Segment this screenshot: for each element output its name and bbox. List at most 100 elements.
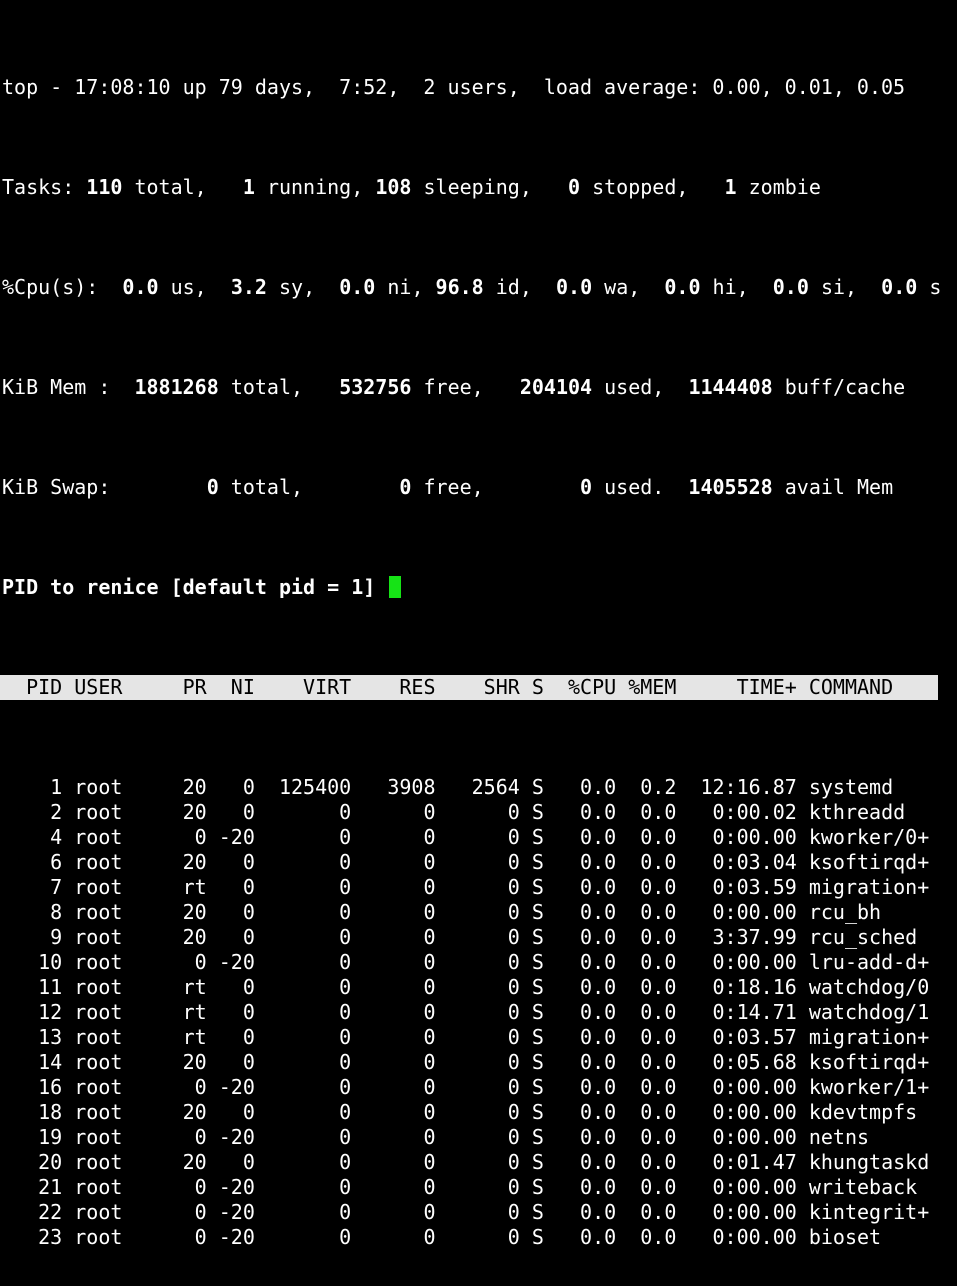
- mem-label: KiB Mem :: [2, 375, 111, 399]
- cell-res: 0: [351, 1225, 436, 1249]
- cell-shr: 0: [435, 1150, 520, 1174]
- table-row[interactable]: 16 root 0 -20 0 0 0 S 0.0 0.0 0:00.00 kw…: [2, 1075, 955, 1100]
- cell-pr: 20: [170, 1150, 207, 1174]
- cpu-sy: 3.2: [230, 275, 267, 299]
- table-row[interactable]: 7 root rt 0 0 0 0 S 0.0 0.0 0:03.59 migr…: [2, 875, 955, 900]
- cell-virt: 0: [254, 950, 352, 974]
- cell-ni: 0: [206, 975, 255, 999]
- table-row[interactable]: 20 root 20 0 0 0 0 S 0.0 0.0 0:01.47 khu…: [2, 1150, 955, 1175]
- cell-res: 0: [351, 1000, 436, 1024]
- table-row[interactable]: 14 root 20 0 0 0 0 S 0.0 0.0 0:05.68 kso…: [2, 1050, 955, 1075]
- column-header-virt[interactable]: VIRT: [255, 675, 351, 699]
- table-row[interactable]: 11 root rt 0 0 0 0 S 0.0 0.0 0:18.16 wat…: [2, 975, 955, 1000]
- cell-pr: 0: [170, 1200, 207, 1224]
- cell-ni: -20: [206, 1200, 255, 1224]
- text-cursor[interactable]: [389, 576, 402, 598]
- cell-state: S: [519, 825, 544, 849]
- cell-mem: 0.2: [616, 775, 677, 799]
- cell-ni: 0: [206, 1025, 255, 1049]
- cell-res: 0: [351, 1025, 436, 1049]
- column-header-state[interactable]: S: [520, 675, 544, 699]
- cell-command: bioset: [796, 1225, 882, 1249]
- table-row[interactable]: 4 root 0 -20 0 0 0 S 0.0 0.0 0:00.00 kwo…: [2, 825, 955, 850]
- column-header-cpu[interactable]: %CPU: [544, 675, 616, 699]
- cell-mem: 0.0: [616, 825, 677, 849]
- cell-pr: 20: [170, 900, 207, 924]
- cpu-hi-label: hi,: [712, 275, 749, 299]
- cell-virt: 0: [254, 1200, 352, 1224]
- swap-line: KiB Swap: 0 total, 0 free, 0 used. 14055…: [2, 475, 955, 500]
- cell-pr: 20: [170, 775, 207, 799]
- column-header-ni[interactable]: NI: [207, 675, 255, 699]
- cell-time: 0:00.00: [676, 1075, 797, 1099]
- column-header-res[interactable]: RES: [351, 675, 435, 699]
- cell-user: root: [62, 800, 171, 824]
- cell-mem: 0.0: [616, 1025, 677, 1049]
- renice-prompt[interactable]: PID to renice [default pid = 1]: [2, 575, 955, 600]
- cell-command: rcu_sched: [796, 925, 918, 949]
- table-row[interactable]: 13 root rt 0 0 0 0 S 0.0 0.0 0:03.57 mig…: [2, 1025, 955, 1050]
- cell-shr: 0: [435, 900, 520, 924]
- tasks-label: Tasks:: [2, 175, 75, 199]
- cell-res: 0: [351, 825, 436, 849]
- cell-command: kdevtmpfs: [796, 1100, 918, 1124]
- cell-state: S: [519, 775, 544, 799]
- cell-state: S: [519, 1225, 544, 1249]
- column-header-shr[interactable]: SHR: [436, 675, 520, 699]
- table-row[interactable]: 9 root 20 0 0 0 0 S 0.0 0.0 3:37.99 rcu_…: [2, 925, 955, 950]
- table-row[interactable]: 2 root 20 0 0 0 0 S 0.0 0.0 0:00.02 kthr…: [2, 800, 955, 825]
- table-row[interactable]: 12 root rt 0 0 0 0 S 0.0 0.0 0:14.71 wat…: [2, 1000, 955, 1025]
- cell-shr: 0: [435, 1225, 520, 1249]
- cell-state: S: [519, 875, 544, 899]
- cell-time: 0:00.00: [676, 825, 797, 849]
- cpu-st: 0.0: [881, 275, 918, 299]
- cpu-us-label: us,: [170, 275, 207, 299]
- table-row[interactable]: 10 root 0 -20 0 0 0 S 0.0 0.0 0:00.00 lr…: [2, 950, 955, 975]
- cell-mem: 0.0: [616, 850, 677, 874]
- cell-time: 0:00.00: [676, 1225, 797, 1249]
- cell-mem: 0.0: [616, 1150, 677, 1174]
- table-row[interactable]: 1 root 20 0 125400 3908 2564 S 0.0 0.2 1…: [2, 775, 955, 800]
- cell-mem: 0.0: [616, 1175, 677, 1199]
- cell-cpu: 0.0: [543, 1150, 617, 1174]
- table-row[interactable]: 23 root 0 -20 0 0 0 S 0.0 0.0 0:00.00 bi…: [2, 1225, 955, 1250]
- cell-pid: 18: [2, 1100, 63, 1124]
- table-row[interactable]: 6 root 20 0 0 0 0 S 0.0 0.0 0:03.04 ksof…: [2, 850, 955, 875]
- cell-user: root: [62, 1175, 171, 1199]
- tasks-sleeping: 108: [375, 175, 412, 199]
- column-header-pid[interactable]: PID: [2, 675, 62, 699]
- cell-ni: 0: [206, 1100, 255, 1124]
- cell-user: root: [62, 850, 171, 874]
- table-row[interactable]: 18 root 20 0 0 0 0 S 0.0 0.0 0:00.00 kde…: [2, 1100, 955, 1125]
- cell-pid: 11: [2, 975, 63, 999]
- cell-pid: 9: [2, 925, 63, 949]
- table-row[interactable]: 8 root 20 0 0 0 0 S 0.0 0.0 0:00.00 rcu_…: [2, 900, 955, 925]
- column-header-time[interactable]: TIME+: [676, 675, 797, 699]
- cpu-ni-label: ni,: [387, 275, 424, 299]
- cell-cpu: 0.0: [543, 975, 617, 999]
- swap-label: KiB Swap:: [2, 475, 111, 499]
- cell-res: 0: [351, 1125, 436, 1149]
- cell-pr: 20: [170, 1100, 207, 1124]
- column-header-mem[interactable]: %MEM: [616, 675, 676, 699]
- cell-pid: 21: [2, 1175, 63, 1199]
- cell-cpu: 0.0: [543, 1000, 617, 1024]
- cell-pr: 20: [170, 850, 207, 874]
- table-row[interactable]: 21 root 0 -20 0 0 0 S 0.0 0.0 0:00.00 wr…: [2, 1175, 955, 1200]
- cell-res: 0: [351, 950, 436, 974]
- cell-virt: 0: [254, 825, 352, 849]
- cell-pid: 1: [2, 775, 63, 799]
- table-row[interactable]: 22 root 0 -20 0 0 0 S 0.0 0.0 0:00.00 ki…: [2, 1200, 955, 1225]
- cell-state: S: [519, 975, 544, 999]
- column-header-pr[interactable]: PR: [171, 675, 207, 699]
- terminal-window[interactable]: top - 17:08:10 up 79 days, 7:52, 2 users…: [0, 0, 955, 1286]
- cell-user: root: [62, 1000, 171, 1024]
- tasks-line: Tasks: 110 total, 1 running, 108 sleepin…: [2, 175, 955, 200]
- table-row[interactable]: 19 root 0 -20 0 0 0 S 0.0 0.0 0:00.00 ne…: [2, 1125, 955, 1150]
- cell-shr: 0: [435, 875, 520, 899]
- cell-state: S: [519, 1175, 544, 1199]
- cell-virt: 0: [254, 1050, 352, 1074]
- cell-shr: 0: [435, 825, 520, 849]
- column-header-user[interactable]: USER: [62, 675, 170, 699]
- column-header-command[interactable]: COMMAND: [797, 675, 893, 699]
